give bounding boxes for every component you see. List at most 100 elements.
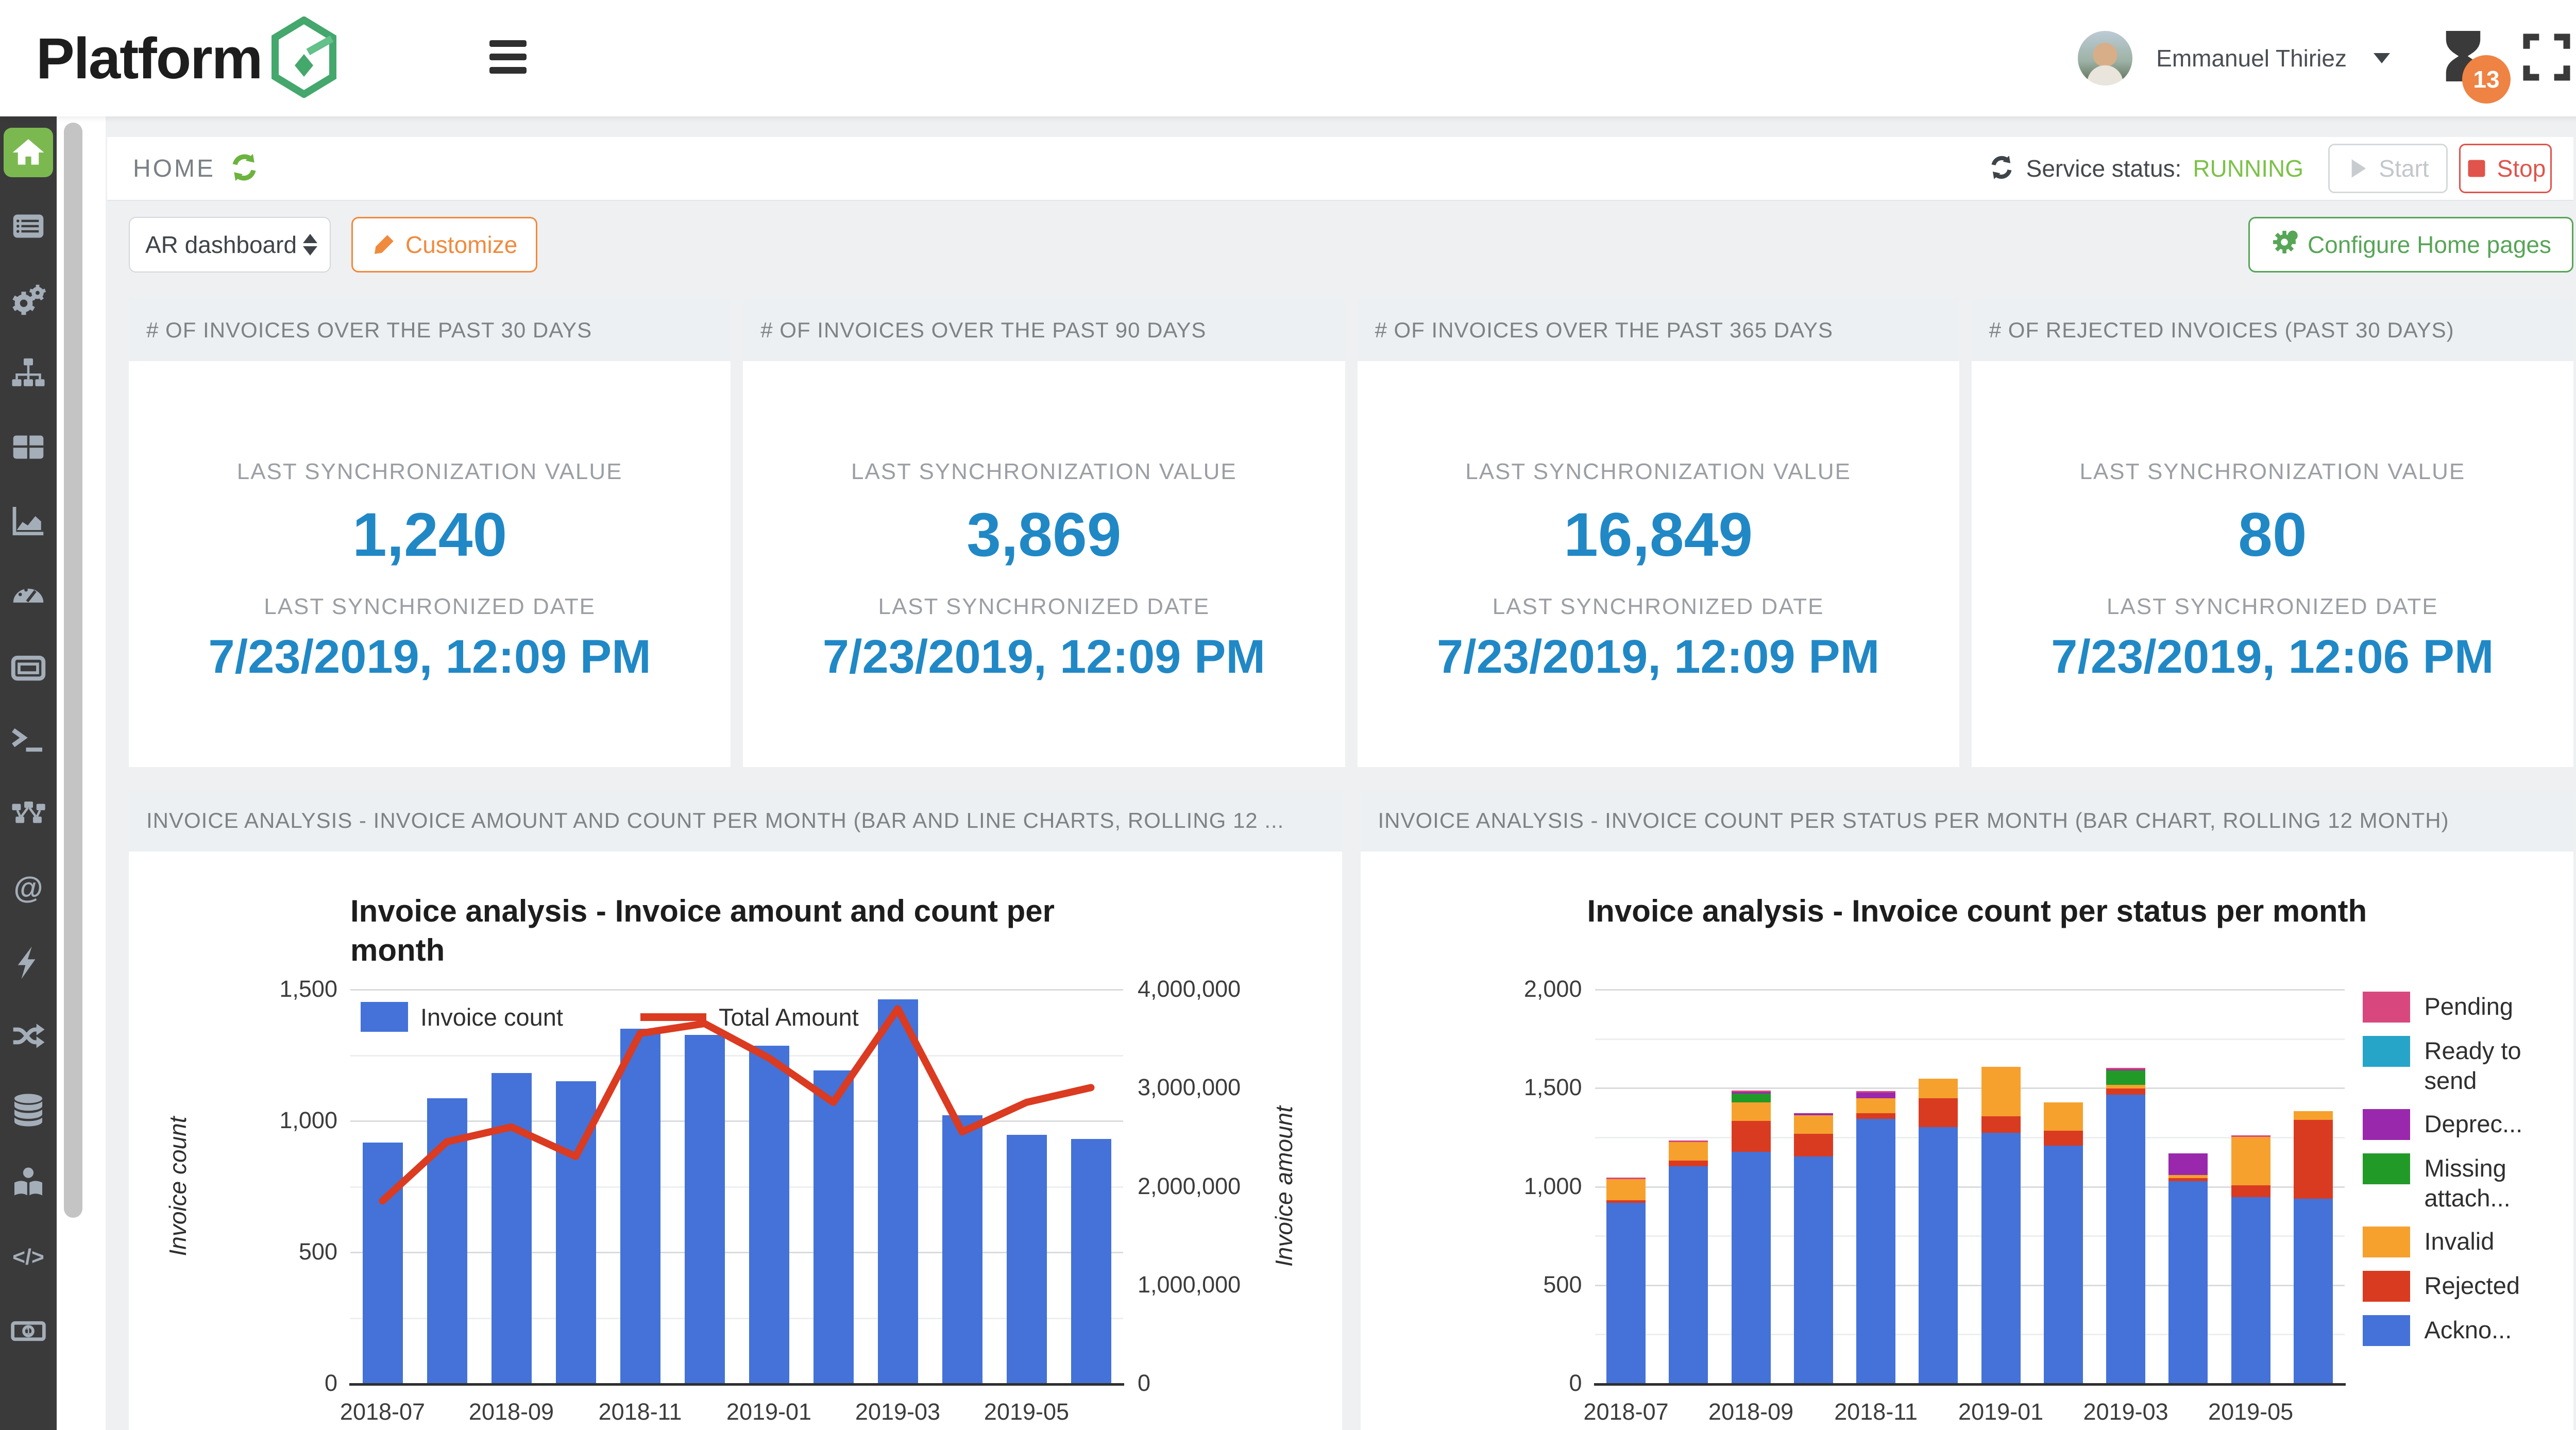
status-bar-segment: [2168, 1178, 2208, 1181]
sidebar-item-home[interactable]: [4, 128, 53, 177]
legend-label: Ready to send: [2425, 1036, 2553, 1096]
page-title: HOME: [133, 155, 215, 183]
pending-tasks-button[interactable]: 13: [2434, 22, 2496, 94]
table-icon: [10, 429, 47, 466]
status-bar-segment: [2294, 1199, 2333, 1383]
main-content: HOME Service status: RUNNING: [106, 116, 2576, 1430]
menu-button[interactable]: [489, 40, 527, 77]
home-icon: [10, 134, 47, 171]
bolt-icon: [10, 944, 47, 981]
legend-item: Ready to send: [2363, 1036, 2569, 1096]
stat-card: # OF INVOICES OVER THE PAST 90 DAYSLAST …: [743, 299, 1345, 767]
sidebar-item-organization[interactable]: [4, 1159, 53, 1208]
stop-service-button[interactable]: Stop: [2459, 144, 2552, 193]
sidebar-item-billing[interactable]: 1: [4, 1306, 53, 1356]
gridline: [1595, 1039, 2345, 1040]
stat-card: # OF INVOICES OVER THE PAST 365 DAYS LAST…: [1358, 299, 1959, 767]
sidebar-item-routes[interactable]: [4, 1012, 53, 1061]
scrollbar-track[interactable]: [57, 116, 106, 1430]
status-bar-segment: [1606, 1178, 1646, 1179]
dashboard-select[interactable]: AR dashboard: [129, 217, 331, 273]
legend-label: Invalid: [2425, 1227, 2553, 1257]
legend-label: Invoice count: [420, 1003, 563, 1031]
status-bar-segment: [1732, 1102, 1771, 1121]
x-axis-tick: 2018-11: [599, 1399, 682, 1425]
app-root: Platform Emmanuel Thiriez 13: [0, 0, 2576, 1430]
sidebar: @ </> 1: [0, 116, 57, 1430]
sidebar-item-terminal[interactable]: [4, 717, 53, 767]
status-bar-segment: [1732, 1091, 1771, 1092]
status-bar-segment: [1856, 1093, 1895, 1098]
legend-item: Pending: [2363, 992, 2569, 1023]
panel-header: INVOICE ANALYSIS - INVOICE COUNT PER STA…: [1361, 790, 2574, 852]
user-name[interactable]: Emmanuel Thiriez: [2156, 44, 2347, 72]
legend-swatch: [2363, 1271, 2410, 1302]
scrollbar-thumb[interactable]: [64, 123, 82, 1218]
sync-date-label: LAST SYNCHRONIZED DATE: [743, 594, 1345, 620]
chart-legend: Invoice count Total Amount: [361, 1002, 859, 1032]
status-bar-segment: [1732, 1092, 1771, 1094]
sync-value-label: LAST SYNCHRONIZATION VALUE: [743, 459, 1345, 485]
status-bar-segment: [2106, 1068, 2145, 1069]
invoice-amount-count-chart: Invoice analysis - Invoice amount and co…: [129, 852, 1342, 1430]
configure-home-pages-button[interactable]: Configure Home pages: [2248, 217, 2573, 273]
status-bar-segment: [1981, 1133, 2021, 1383]
y-axis-tick-right: 0: [1138, 1370, 1261, 1397]
legend-label: Missing attach...: [2425, 1153, 2553, 1213]
sidebar-item-workflow[interactable]: [4, 791, 53, 840]
status-bar-segment: [1794, 1134, 1833, 1156]
x-axis-tick: 2019-05: [984, 1399, 1069, 1425]
right-axis-title: Invoice amount: [1270, 1106, 1298, 1267]
sidebar-item-dashboard[interactable]: [4, 570, 53, 619]
legend-label: Ackno...: [2425, 1315, 2553, 1346]
sidebar-item-tables[interactable]: [4, 422, 53, 472]
status-bar-segment: [1669, 1161, 1708, 1166]
sync-date-label: LAST SYNCHRONIZED DATE: [1358, 594, 1959, 620]
legend-swatch: [2363, 1227, 2410, 1257]
y-axis-tick: 1,000: [214, 1107, 337, 1134]
sync-value: 80: [1972, 499, 2573, 570]
legend-item: Invalid: [2363, 1227, 2569, 1257]
x-axis-tick: 2019-03: [855, 1399, 940, 1425]
status-bar-segment: [2294, 1111, 2333, 1120]
sidebar-item-services[interactable]: [4, 275, 53, 325]
x-axis-tick: 2019-05: [2208, 1399, 2293, 1425]
sync-value-label: LAST SYNCHRONIZATION VALUE: [1358, 459, 1959, 485]
stat-card-header: # OF INVOICES OVER THE PAST 30 DAYS: [129, 299, 731, 361]
stat-card-body: LAST SYNCHRONIZATION VALUE80LAST SYNCHRO…: [1972, 361, 2573, 767]
x-axis-line: [349, 1383, 1124, 1386]
fullscreen-button[interactable]: [2520, 30, 2573, 87]
service-status-area: Service status: RUNNING Start Stop: [1988, 144, 2552, 193]
x-axis-tick: 2018-07: [1584, 1399, 1669, 1425]
stat-card-header: # OF INVOICES OVER THE PAST 365 DAYS: [1358, 299, 1959, 361]
sidebar-item-sitemap[interactable]: [4, 349, 53, 398]
sidebar-item-window[interactable]: [4, 643, 53, 693]
y-axis-tick: 1,500: [1459, 1074, 1582, 1101]
sidebar-item-charts[interactable]: [4, 496, 53, 546]
start-service-button[interactable]: Start: [2328, 144, 2448, 193]
sidebar-item-list[interactable]: [4, 201, 53, 251]
service-refresh-icon: [1988, 154, 2015, 183]
fullscreen-icon: [2520, 30, 2573, 84]
sidebar-item-triggers[interactable]: [4, 938, 53, 988]
legend-swatch: [2363, 1109, 2410, 1140]
sidebar-item-scripts[interactable]: </>: [4, 1233, 53, 1282]
y-axis-tick-right: 3,000,000: [1138, 1074, 1261, 1101]
customize-button[interactable]: Customize: [351, 217, 537, 273]
legend-label: Total Amount: [719, 1003, 859, 1031]
sidebar-item-database[interactable]: [4, 1085, 53, 1135]
chevron-down-icon[interactable]: [2374, 53, 2390, 63]
legend-label: Rejected: [2425, 1271, 2553, 1302]
sync-date-label: LAST SYNCHRONIZED DATE: [1972, 594, 2573, 620]
sidebar-item-mentions[interactable]: @: [4, 864, 53, 914]
status-bar-segment: [2231, 1185, 2270, 1197]
service-status-value: RUNNING: [2193, 155, 2303, 182]
notification-badge: 13: [2462, 55, 2511, 104]
status-bar-segment: [2106, 1088, 2145, 1094]
legend-swatch: [2363, 992, 2410, 1023]
list-icon: [10, 208, 47, 245]
status-bar-segment: [1732, 1152, 1771, 1383]
refresh-page-button[interactable]: [229, 152, 260, 185]
status-bar-segment: [1856, 1113, 1895, 1119]
user-avatar[interactable]: [2078, 31, 2132, 86]
